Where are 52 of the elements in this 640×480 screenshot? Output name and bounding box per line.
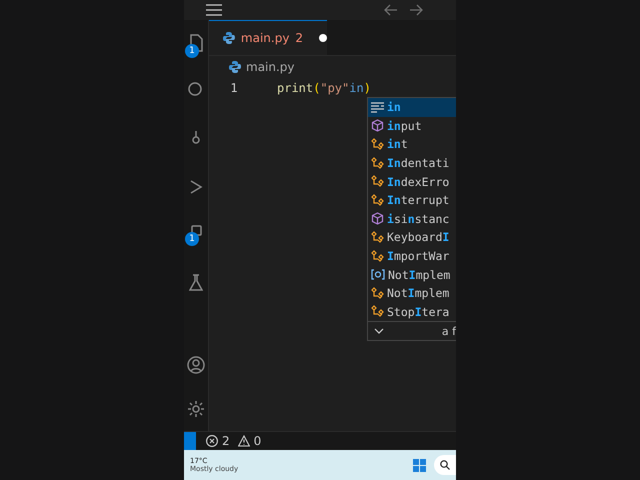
class-icon [371,230,384,244]
suggestion-item[interactable]: KeyboardI [368,228,456,247]
tab-label: main.py [240,31,290,45]
notification-badge: 1 [185,44,199,58]
suggestion-item[interactable]: StopItera [368,302,456,322]
suggestion-item[interactable]: isinstanc [368,210,456,228]
cube-icon [371,119,384,132]
class-icon [371,286,384,300]
forward-arrow-icon[interactable] [409,4,423,16]
suggestion-item[interactable]: IndexErro [368,172,456,191]
notification-badge: 1 [185,232,199,246]
python-icon [223,32,235,44]
warning-count: 0 [254,434,262,448]
error-icon[interactable] [206,435,218,447]
windows-logo-icon[interactable] [413,458,426,472]
class-icon [371,138,384,151]
warning-icon[interactable] [238,435,250,447]
suggestion-item[interactable]: in [368,98,456,117]
suggestion-item[interactable]: Interrupt [368,190,456,210]
suggestion-item[interactable]: ImportWar [368,246,456,266]
cube-icon [371,212,384,226]
class-icon [371,305,384,318]
class-icon [371,156,384,170]
variable-icon [371,269,385,280]
suggestion-item[interactable]: NotImplem [368,284,456,303]
python-icon [229,61,241,73]
problem-count: 2 [295,31,304,45]
account-icon[interactable] [187,356,205,374]
search-button[interactable] [434,455,456,475]
error-count: 2 [222,434,230,448]
class-icon [371,194,384,207]
class-icon [371,175,384,188]
search-icon [440,460,450,470]
chevron-down-icon[interactable] [374,328,384,334]
files-icon[interactable] [188,34,204,52]
suggestion-item[interactable]: int [368,135,456,154]
suggestion-details: a f [442,324,456,338]
back-arrow-icon[interactable] [384,4,398,16]
suggestion-item[interactable]: NotImplem [368,265,456,284]
run-icon[interactable] [189,179,203,195]
flask-icon[interactable] [189,274,203,292]
settings-icon[interactable] [187,400,205,418]
menu-icon[interactable] [206,4,222,16]
suggestion-item[interactable]: Indentati [368,154,456,172]
code-line: print("py"in) [277,81,371,95]
keyword-icon [371,102,384,113]
search-icon[interactable] [188,82,204,98]
class-icon [371,250,384,263]
suggestion-item[interactable]: input [368,116,456,136]
line-number: 1 [229,81,239,95]
breadcrumb[interactable]: main.py [246,60,295,74]
editor-tab[interactable]: main.py 2 [209,20,327,55]
